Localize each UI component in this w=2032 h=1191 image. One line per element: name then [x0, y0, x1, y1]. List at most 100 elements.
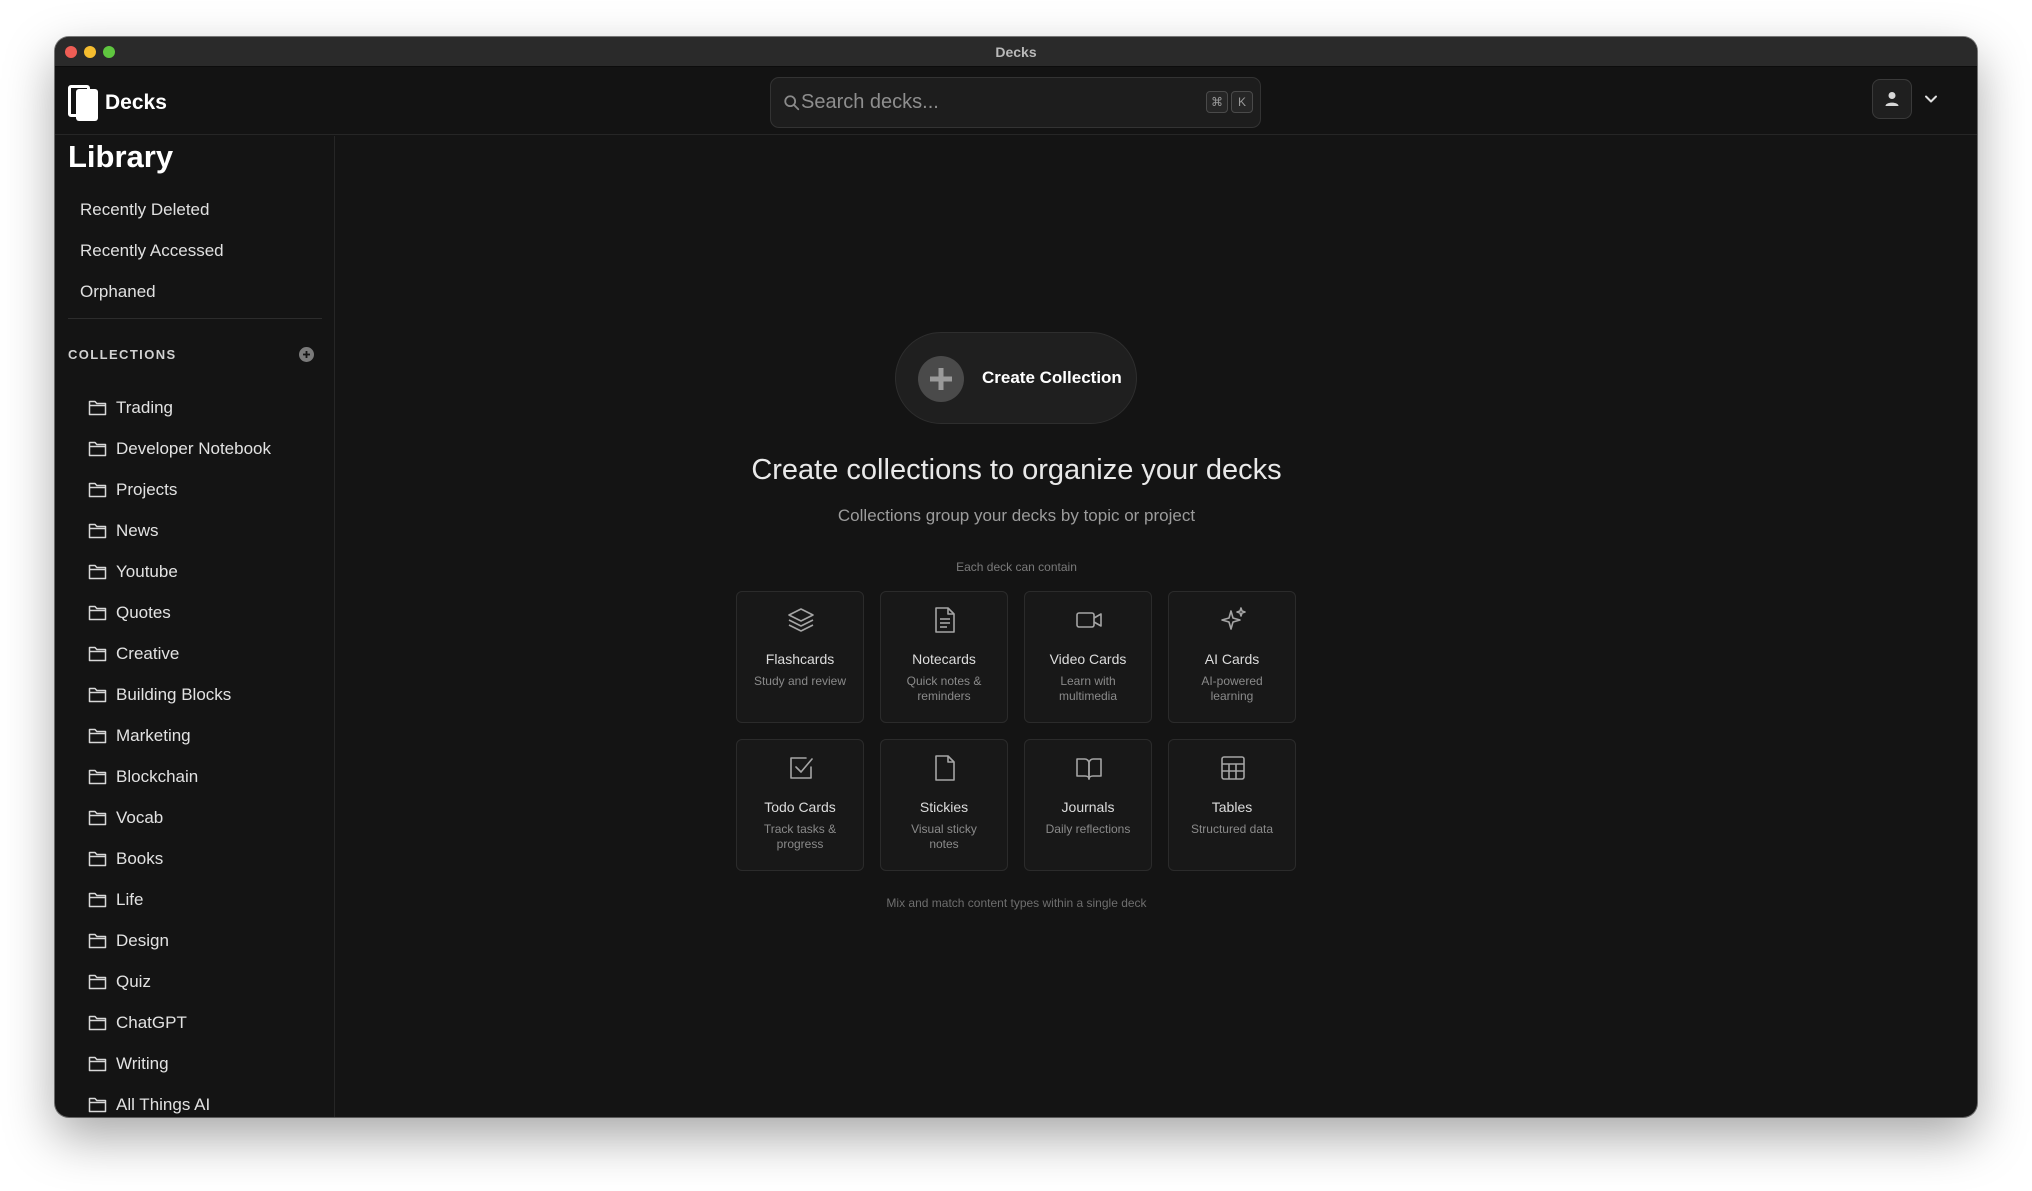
collection-label: Youtube	[116, 561, 178, 581]
collection-label: Life	[116, 889, 144, 909]
sidebar-item-collection[interactable]: Blockchain	[88, 756, 271, 797]
card-title: Tables	[1211, 799, 1253, 815]
collections-list: Trading Developer Notebook Projects News You…	[88, 387, 271, 1117]
folder-icon	[88, 441, 107, 457]
folder-icon	[88, 523, 107, 539]
sidebar-divider	[68, 318, 322, 319]
sidebar-item-recently-deleted[interactable]: Recently Deleted	[80, 189, 224, 230]
sidebar-item-collection[interactable]: Creative	[88, 633, 271, 674]
app-logo[interactable]: Decks	[68, 85, 167, 121]
layers-icon	[788, 608, 814, 632]
create-collection-label: Create Collection	[982, 368, 1122, 387]
empty-state-subline: Collections group your decks by topic or…	[837, 506, 1196, 525]
card-description: Study and review	[753, 674, 847, 688]
search-icon	[784, 95, 800, 111]
folder-icon	[88, 933, 107, 949]
sidebar-item-collection[interactable]: Life	[88, 879, 271, 920]
collection-label: All Things AI	[116, 1094, 211, 1114]
collection-label: Trading	[116, 397, 174, 417]
card-stickies: Stickies Visual sticky notes	[880, 739, 1008, 871]
sidebar-item-collection[interactable]: Quotes	[88, 592, 271, 633]
collection-label: Building Blocks	[116, 684, 232, 704]
sidebar-item-collection[interactable]: Marketing	[88, 715, 271, 756]
card-title: Notecards	[912, 651, 976, 667]
card-description: AI-powered learning	[1201, 674, 1263, 703]
collection-label: Quiz	[116, 971, 151, 991]
sidebar-item-collection[interactable]: Design	[88, 920, 271, 961]
create-collection-button[interactable]: Create Collection	[895, 332, 1137, 424]
folder-icon	[88, 605, 107, 621]
app-window: Decks Decks ⌘ K Libra	[55, 37, 1977, 1117]
user-avatar-button[interactable]	[1872, 79, 1912, 119]
sidebar-item-recently-accessed[interactable]: Recently Accessed	[80, 230, 224, 271]
card-description: Structured data	[1190, 822, 1274, 836]
card-flashcards: Flashcards Study and review	[736, 591, 864, 723]
window-title: Decks	[995, 44, 1037, 60]
collections-label: COLLECTIONS	[68, 347, 177, 362]
card-description: Learn with multimedia	[1058, 674, 1118, 703]
app-name: Decks	[105, 91, 167, 114]
add-collection-button[interactable]	[299, 347, 314, 362]
sticky-note-icon	[935, 755, 955, 781]
content-types-footnote: Mix and match content types within a sin…	[886, 896, 1147, 910]
sidebar-item-collection[interactable]: Quiz	[88, 961, 271, 1002]
sidebar-item-collection[interactable]: Writing	[88, 1043, 271, 1084]
folder-icon	[88, 851, 107, 867]
collection-label: Writing	[116, 1053, 169, 1073]
sidebar-item-collection[interactable]: ChatGPT	[88, 1002, 271, 1043]
checkbox-icon	[790, 757, 813, 779]
sidebar-item-collection[interactable]: Developer Notebook	[88, 428, 271, 469]
library-nav: Recently Deleted Recently Accessed Orpha…	[80, 189, 224, 312]
shortcut-k-key: K	[1231, 91, 1253, 113]
card-notecards: Notecards Quick notes & reminders	[880, 591, 1008, 723]
sidebar-item-collection[interactable]: All Things AI	[88, 1084, 271, 1117]
sidebar-item-collection[interactable]: Projects	[88, 469, 271, 510]
folder-icon	[88, 1097, 107, 1113]
app-header: Decks ⌘ K	[55, 67, 1977, 135]
collections-header: COLLECTIONS	[68, 346, 322, 366]
video-icon	[1076, 612, 1102, 628]
collection-label: Blockchain	[116, 766, 199, 786]
collection-label: News	[116, 520, 159, 540]
card-title: AI Cards	[1204, 651, 1260, 667]
sidebar: Library Recently Deleted Recently Access…	[55, 136, 335, 1117]
collection-label: Marketing	[116, 725, 191, 745]
card-journals: Journals Daily reflections	[1024, 739, 1152, 871]
collection-label: ChatGPT	[116, 1012, 187, 1032]
sidebar-item-collection[interactable]: Books	[88, 838, 271, 879]
sidebar-item-orphaned[interactable]: Orphaned	[80, 271, 224, 312]
folder-icon	[88, 1056, 107, 1072]
card-description: Daily reflections	[1045, 822, 1131, 836]
library-title: Library	[68, 139, 174, 174]
search-input[interactable]	[801, 78, 1201, 127]
collection-label: Design	[116, 930, 169, 950]
table-icon	[1221, 756, 1245, 780]
card-description: Quick notes & reminders	[906, 674, 982, 703]
title-bar: Decks	[55, 37, 1977, 67]
sidebar-item-collection[interactable]: News	[88, 510, 271, 551]
collection-label: Developer Notebook	[116, 438, 271, 458]
card-ai-cards: AI Cards AI-powered learning	[1168, 591, 1296, 723]
folder-icon	[88, 1015, 107, 1031]
folder-icon	[88, 687, 107, 703]
collection-label: Projects	[116, 479, 178, 499]
card-title: Journals	[1061, 799, 1115, 815]
sidebar-item-collection[interactable]: Vocab	[88, 797, 271, 838]
search-bar[interactable]: ⌘ K	[770, 77, 1261, 128]
sidebar-item-collection[interactable]: Youtube	[88, 551, 271, 592]
folder-icon	[88, 974, 107, 990]
content-types-caption: Each deck can contain	[956, 560, 1077, 574]
card-title: Stickies	[919, 799, 969, 815]
folder-icon	[88, 482, 107, 498]
document-icon	[935, 607, 955, 633]
chevron-down-icon[interactable]	[1923, 91, 1939, 107]
shortcut-command-key: ⌘	[1206, 91, 1228, 113]
plus-icon	[918, 356, 964, 402]
folder-icon	[88, 646, 107, 662]
empty-state-headline: Create collections to organize your deck…	[751, 454, 1282, 486]
folder-icon	[88, 400, 107, 416]
sidebar-item-collection[interactable]: Trading	[88, 387, 271, 428]
card-title: Todo Cards	[764, 799, 836, 815]
sidebar-item-collection[interactable]: Building Blocks	[88, 674, 271, 715]
card-todo-cards: Todo Cards Track tasks & progress	[736, 739, 864, 871]
